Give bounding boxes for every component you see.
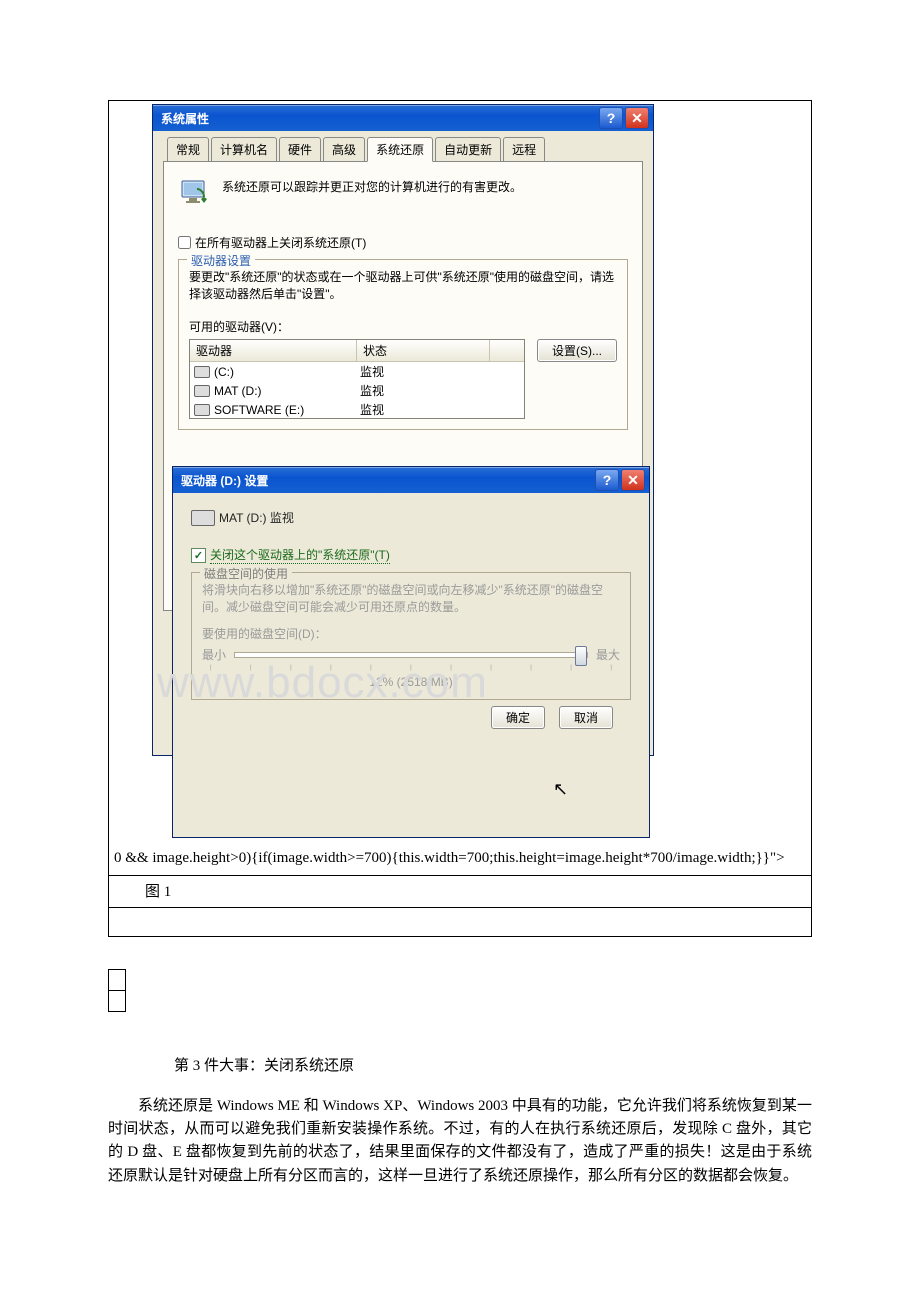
cancel-button[interactable]: 取消 <box>559 706 613 729</box>
section-heading: 第 3 件大事：关闭系统还原 <box>108 1054 812 1075</box>
listview-header[interactable]: 驱动器 状态 <box>190 340 524 362</box>
ok-button[interactable]: 确定 <box>491 706 545 729</box>
close-icon[interactable]: ✕ <box>625 107 649 129</box>
checkbox-input[interactable]: ✓ <box>191 548 206 563</box>
checkbox-label: 在所有驱动器上关闭系统还原(T) <box>195 234 366 251</box>
tab-auto-update[interactable]: 自动更新 <box>435 137 501 161</box>
checkbox-label: 关闭这个驱动器上的"系统还原"(T) <box>210 546 390 564</box>
slider-max: 最大 <box>596 646 620 663</box>
tab-advanced[interactable]: 高级 <box>323 137 365 161</box>
drive-line-text: MAT (D:) 监视 <box>219 509 294 526</box>
code-fragment: 0 && image.height>0){if(image.width>=700… <box>112 844 808 872</box>
available-drives-label: 可用的驱动器(V)： <box>189 318 617 335</box>
close-icon[interactable]: ✕ <box>621 469 645 491</box>
titlebar[interactable]: 系统属性 ? ✕ <box>153 105 653 131</box>
disable-all-checkbox[interactable]: 在所有驱动器上关闭系统还原(T) <box>178 234 628 251</box>
drive-icon <box>194 404 210 416</box>
slider-track[interactable] <box>234 652 588 658</box>
cursor-icon: ↖ <box>553 779 568 800</box>
groupbox-text: 要更改"系统还原"的状态或在一个驱动器上可供"系统还原"使用的磁盘空间，请选择该… <box>189 268 617 302</box>
drive-icon <box>191 510 215 526</box>
groupbox-legend: 磁盘空间的使用 <box>200 565 292 582</box>
drive-settings-dialog: 驱动器 (D:) 设置 ? ✕ MAT (D:) 监视 ✓ 关闭这个驱动器上的"… <box>172 466 650 838</box>
drive-listview[interactable]: 驱动器 状态 (C:) 监视 MAT (D:) <box>189 339 525 419</box>
checkbox-input[interactable] <box>178 236 191 249</box>
list-item[interactable]: MAT (D:) 监视 <box>190 381 524 400</box>
drive-icon <box>194 366 210 378</box>
disk-usage-label: 要使用的磁盘空间(D)： <box>202 625 620 642</box>
list-item[interactable]: (C:) 监视 <box>190 362 524 381</box>
screenshot: 系统属性 ? ✕ 常规 计算机名 硬件 高级 系统还原 自动更新 远程 <box>112 104 652 844</box>
drive-icon <box>194 385 210 397</box>
slider-thumb[interactable] <box>575 646 587 666</box>
monitor-arrow-icon <box>178 176 212 210</box>
titlebar[interactable]: 驱动器 (D:) 设置 ? ✕ <box>173 467 649 493</box>
settings-button[interactable]: 设置(S)... <box>537 339 617 362</box>
intro-text: 系统还原可以跟踪并更正对您的计算机进行的有害更改。 <box>222 176 522 195</box>
slider-min: 最小 <box>202 646 226 663</box>
body-paragraph: 系统还原是 Windows ME 和 Windows XP、Windows 20… <box>108 1095 812 1188</box>
slider-value: 12% (2518 MB) <box>202 675 620 689</box>
figure-caption: 图 1 <box>108 876 812 908</box>
tiny-table <box>108 969 126 1012</box>
help-icon[interactable]: ? <box>595 469 619 491</box>
disable-drive-checkbox[interactable]: ✓ 关闭这个驱动器上的"系统还原"(T) <box>191 546 631 564</box>
tab-general[interactable]: 常规 <box>167 137 209 161</box>
tab-hardware[interactable]: 硬件 <box>279 137 321 161</box>
col-status[interactable]: 状态 <box>357 340 490 361</box>
groupbox-legend: 驱动器设置 <box>187 252 255 269</box>
figure-cell: 系统属性 ? ✕ 常规 计算机名 硬件 高级 系统还原 自动更新 远程 <box>108 100 812 876</box>
tab-computer-name[interactable]: 计算机名 <box>211 137 277 161</box>
dialog-title: 系统属性 <box>161 110 597 127</box>
disk-usage-text: 将滑块向右移以增加"系统还原"的磁盘空间或向左移减少"系统还原"的磁盘空间。减少… <box>202 581 620 615</box>
tab-system-restore[interactable]: 系统还原 <box>367 137 433 162</box>
tab-remote[interactable]: 远程 <box>503 137 545 161</box>
list-item[interactable]: SOFTWARE (E:) 监视 <box>190 400 524 419</box>
empty-cell <box>108 908 812 937</box>
disk-usage-slider[interactable]: 最小 最大 <box>202 646 620 663</box>
col-drive[interactable]: 驱动器 <box>190 340 357 361</box>
help-icon[interactable]: ? <box>599 107 623 129</box>
dialog-title: 驱动器 (D:) 设置 <box>181 472 593 489</box>
tabs: 常规 计算机名 硬件 高级 系统还原 自动更新 远程 <box>163 137 643 162</box>
